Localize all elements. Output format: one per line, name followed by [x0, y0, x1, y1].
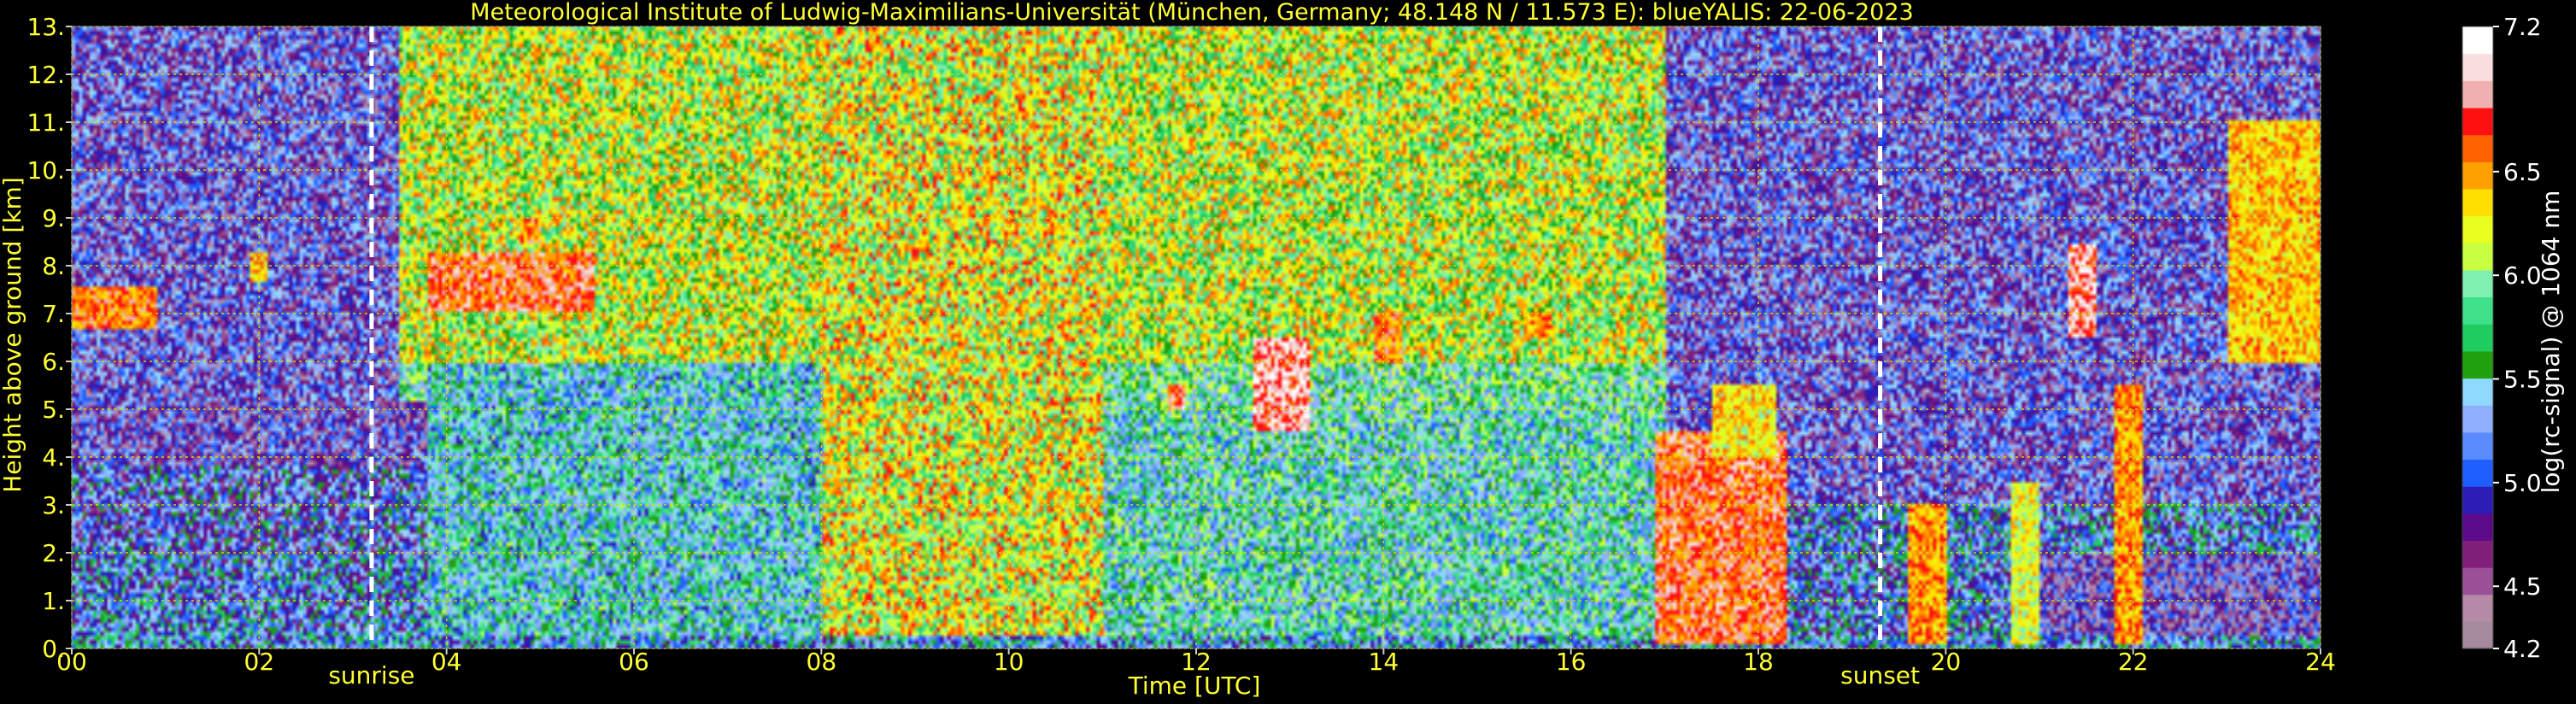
y-tick-label: 1. — [42, 587, 65, 615]
x-tick-label: 22 — [2118, 648, 2149, 676]
colorbar — [2462, 26, 2494, 649]
x-tick-label: 04 — [431, 648, 462, 676]
x-tick-label: 20 — [1931, 648, 1962, 676]
x-axis-label: Time [UTC] — [1128, 672, 1261, 700]
y-tick-label: 13. — [26, 13, 65, 41]
colorbar-swatch — [2462, 188, 2493, 217]
colorbar-swatch — [2462, 243, 2493, 271]
colorbar-tick-label: 5.0 — [2503, 469, 2542, 497]
colorbar-swatch — [2462, 26, 2493, 55]
colorbar-swatch — [2462, 540, 2493, 568]
colorbar-swatch — [2462, 269, 2493, 298]
colorbar-swatch — [2462, 134, 2493, 162]
y-tick-label: 7. — [42, 300, 65, 328]
y-axis-label: Height above ground [km] — [0, 177, 26, 493]
colorbar-swatch — [2462, 80, 2493, 109]
colorbar-swatch — [2462, 296, 2493, 325]
x-tick-label: 14 — [1369, 648, 1399, 676]
x-tick-label: 18 — [1743, 648, 1774, 676]
colorbar-tick-label: 7.2 — [2503, 13, 2542, 41]
colorbar-swatch — [2462, 53, 2493, 81]
colorbar-swatch — [2462, 486, 2493, 514]
colorbar-label: log(rc-signal) @ 1064 nm — [2537, 191, 2565, 494]
lidar-chart: sunrise sunset 00 02 04 06 08 10 12 14 16 18 20 22 24… — [0, 0, 2576, 704]
x-tick-label: 16 — [1556, 648, 1587, 676]
colorbar-swatch — [2462, 621, 2493, 649]
y-tick-label: 5. — [42, 396, 65, 424]
colorbar-tick-label: 6.0 — [2503, 261, 2542, 290]
x-tick-label: 10 — [994, 648, 1024, 676]
x-tick-label: 02 — [244, 648, 275, 676]
y-tick-label: 11. — [26, 109, 65, 137]
colorbar-swatch — [2462, 459, 2493, 487]
colorbar-swatch — [2462, 107, 2493, 136]
y-tick-label: 9. — [42, 204, 65, 232]
colorbar-swatch — [2462, 567, 2493, 595]
y-tick-label: 6. — [42, 348, 65, 376]
y-tick-label: 8. — [42, 252, 65, 280]
x-tick-label: 06 — [619, 648, 649, 676]
colorbar-tick-label: 6.5 — [2503, 158, 2542, 186]
colorbar-tick-label: 4.2 — [2503, 635, 2542, 663]
chart-title: Meteorological Institute of Ludwig-Maxim… — [470, 0, 1913, 26]
colorbar-swatch — [2462, 324, 2493, 352]
sunset-label: sunset — [1840, 661, 1920, 689]
sunrise-label: sunrise — [328, 661, 414, 689]
y-tick-label: 12. — [26, 61, 65, 89]
colorbar-swatch — [2462, 378, 2493, 406]
colorbar-tick-label: 4.5 — [2503, 572, 2542, 601]
y-tick-label: 4. — [42, 443, 65, 472]
colorbar-swatch — [2462, 161, 2493, 190]
colorbar-swatch — [2462, 594, 2493, 622]
x-tick-label: 08 — [807, 648, 837, 676]
x-tick-label: 24 — [2305, 648, 2336, 676]
colorbar-tick-label: 5.5 — [2503, 366, 2542, 394]
colorbar-swatch — [2462, 513, 2493, 541]
colorbar-swatch — [2462, 431, 2493, 461]
colorbar-swatch — [2462, 405, 2493, 433]
colorbar-swatch — [2462, 350, 2493, 379]
y-tick-label: 2. — [42, 539, 65, 567]
y-tick-label: 0. — [42, 635, 65, 663]
colorbar-swatch — [2462, 215, 2493, 243]
y-tick-label: 3. — [42, 491, 65, 519]
y-tick-label: 10. — [26, 156, 65, 185]
